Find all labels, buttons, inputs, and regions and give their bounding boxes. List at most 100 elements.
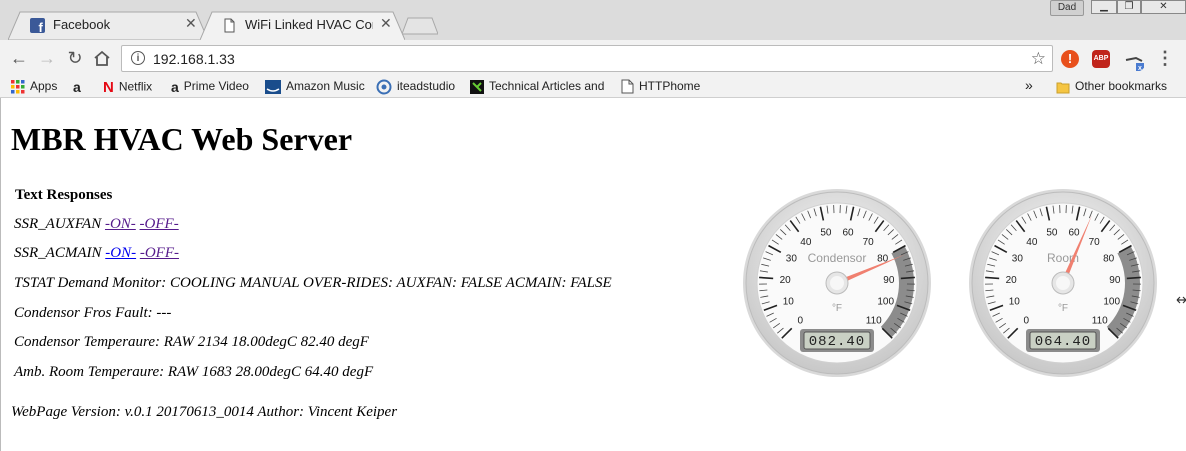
bookmark-apps[interactable]: Apps	[11, 79, 57, 94]
bookmark-label: iteadstudio	[397, 79, 456, 94]
bookmark-star-icon[interactable]: ☆	[1031, 49, 1046, 69]
tick-label: 80	[877, 254, 889, 265]
page-icon	[224, 18, 235, 33]
major-tick	[985, 276, 1000, 280]
gauge-label: Condensor	[808, 251, 867, 265]
amazon-icon: a	[73, 79, 81, 95]
auxfan-on-link[interactable]: -ON-	[105, 216, 136, 232]
major-tick	[900, 276, 915, 280]
netflix-icon: N	[103, 79, 114, 96]
tick-label: 30	[1012, 254, 1024, 265]
tick-label: 50	[1046, 228, 1058, 239]
tab-hvac[interactable]: WiFi Linked HVAC Contro ✕	[200, 11, 405, 40]
acmain-on-link[interactable]: -ON-	[105, 245, 136, 261]
auxfan-off-link[interactable]: -OFF-	[140, 216, 179, 232]
alert-extension-icon[interactable]: !	[1061, 50, 1079, 68]
condensor-temp-text: Condensor Temperaure: RAW 2134 18.00degC…	[14, 334, 369, 350]
bookmark-prime-video[interactable]: a Prime Video	[171, 79, 249, 95]
bookmark-iteadstudio[interactable]: iteadstudio	[376, 79, 455, 95]
cast-extension-icon[interactable]: x	[1124, 52, 1146, 72]
tick-label: 100	[877, 297, 894, 308]
gauge-units: °F	[1058, 303, 1068, 314]
tick-label: 90	[883, 275, 895, 286]
bookmark-netflix[interactable]: N Netflix	[103, 79, 152, 96]
condensor-gauge: 01020304050 60708090100110Condensor°F082.…	[743, 189, 931, 377]
needle-hub-cap	[1056, 276, 1070, 290]
text-responses-heading: Text Responses	[15, 187, 113, 203]
new-tab-button[interactable]	[402, 17, 438, 35]
bookmark-amazon[interactable]: a	[73, 79, 86, 95]
tick-label: 80	[1103, 254, 1115, 265]
tstat-monitor-text: TSTAT Demand Monitor: COOLING MANUAL OVE…	[14, 275, 612, 291]
tick-label: 90	[1109, 275, 1121, 286]
tick-label: 110	[1092, 315, 1108, 326]
home-icon[interactable]	[93, 50, 111, 67]
folder-icon	[1056, 82, 1070, 94]
auxfan-control: SSR_AUXFAN -ON- -OFF-	[14, 216, 179, 233]
tick-label: 0	[1023, 315, 1029, 326]
version-text: WebPage Version: v.0.1 20170613_0014 Aut…	[11, 404, 398, 420]
tick-label: 40	[1026, 237, 1038, 248]
acmain-label: SSR_ACMAIN	[14, 245, 106, 261]
lcd-readout: 064.40	[1035, 334, 1091, 350]
bookmarks-overflow-button[interactable]: »	[1025, 77, 1033, 93]
url-text[interactable]: 192.168.1.33	[153, 51, 235, 67]
close-icon[interactable]: ✕	[185, 15, 197, 32]
room-gauge: 01020304050 60708090100110Room°F064.40	[969, 189, 1157, 377]
major-tick	[1126, 276, 1141, 280]
window-close-button[interactable]: ✕	[1141, 0, 1186, 14]
auxfan-label: SSR_AUXFAN	[14, 216, 105, 232]
bookmark-label: Amazon Music	[286, 79, 365, 93]
tick-label: 60	[1068, 228, 1080, 239]
close-icon[interactable]: ✕	[380, 15, 392, 32]
acmain-off-link[interactable]: -OFF-	[140, 245, 179, 261]
info-icon[interactable]: i	[131, 51, 145, 65]
tick-label: 0	[797, 315, 803, 326]
maximize-button[interactable]: ❐	[1117, 0, 1141, 14]
iteadstudio-icon	[376, 79, 392, 95]
tick-label: 30	[786, 254, 798, 265]
resize-cursor-icon	[1176, 296, 1186, 304]
user-badge[interactable]: Dad	[1050, 0, 1084, 16]
tick-label: 100	[1103, 297, 1120, 308]
major-tick	[759, 276, 774, 280]
tick-label: 50	[820, 228, 832, 239]
amazon-music-icon	[265, 79, 281, 94]
tick-label: 70	[1089, 237, 1101, 248]
tab-title: Facebook	[53, 17, 111, 32]
address-bar[interactable]: i 192.168.1.33 ☆	[121, 45, 1053, 72]
facebook-icon: f	[30, 18, 45, 33]
tick-label: 20	[1006, 275, 1018, 286]
reload-icon[interactable]: ↻	[65, 48, 85, 68]
page-title: MBR HVAC Web Server	[11, 121, 353, 157]
forward-icon[interactable]: →	[37, 48, 57, 68]
tab-strip: f Facebook ✕ WiFi Linked HVAC Contro ✕ D…	[0, 0, 1186, 40]
bookmark-technical-articles[interactable]: Technical Articles and	[470, 79, 605, 94]
other-bookmarks-folder[interactable]: Other bookmarks	[1056, 79, 1167, 94]
page-icon	[621, 79, 634, 94]
tick-label: 10	[1009, 297, 1021, 308]
bookmarks-bar: Apps a N Netflix a Prime Video Amazon Musi…	[0, 76, 1186, 98]
menu-icon[interactable]: ⋮	[1156, 49, 1174, 68]
tick-label: 70	[863, 237, 875, 248]
lcd-readout: 082.40	[809, 334, 865, 350]
tick-label: 20	[780, 275, 792, 286]
adblock-icon[interactable]: ABP	[1092, 50, 1110, 68]
technical-articles-icon	[470, 79, 484, 94]
amazon-icon: a	[171, 79, 179, 95]
tab-title: WiFi Linked HVAC Contro	[245, 17, 373, 32]
bookmark-httphome[interactable]: HTTPhome	[621, 79, 700, 94]
minimize-button[interactable]: ▁	[1091, 0, 1117, 14]
tick-label: 10	[783, 297, 795, 308]
bookmark-label: Prime Video	[183, 79, 249, 94]
gauge-units: °F	[832, 303, 842, 314]
svg-text:f: f	[39, 20, 44, 33]
tab-facebook[interactable]: f Facebook ✕	[8, 11, 208, 40]
room-temp-text: Amb. Room Temperaure: RAW 1683 28.00degC…	[14, 364, 374, 380]
bookmark-label: Netflix	[118, 79, 153, 94]
back-icon[interactable]: ←	[9, 48, 29, 68]
bookmark-label: HTTPhome	[639, 79, 701, 93]
fault-text: Condensor Fros Fault: ---	[14, 305, 172, 321]
acmain-control: SSR_ACMAIN -ON- -OFF-	[14, 245, 179, 262]
bookmark-amazon-music[interactable]: Amazon Music	[265, 79, 365, 94]
